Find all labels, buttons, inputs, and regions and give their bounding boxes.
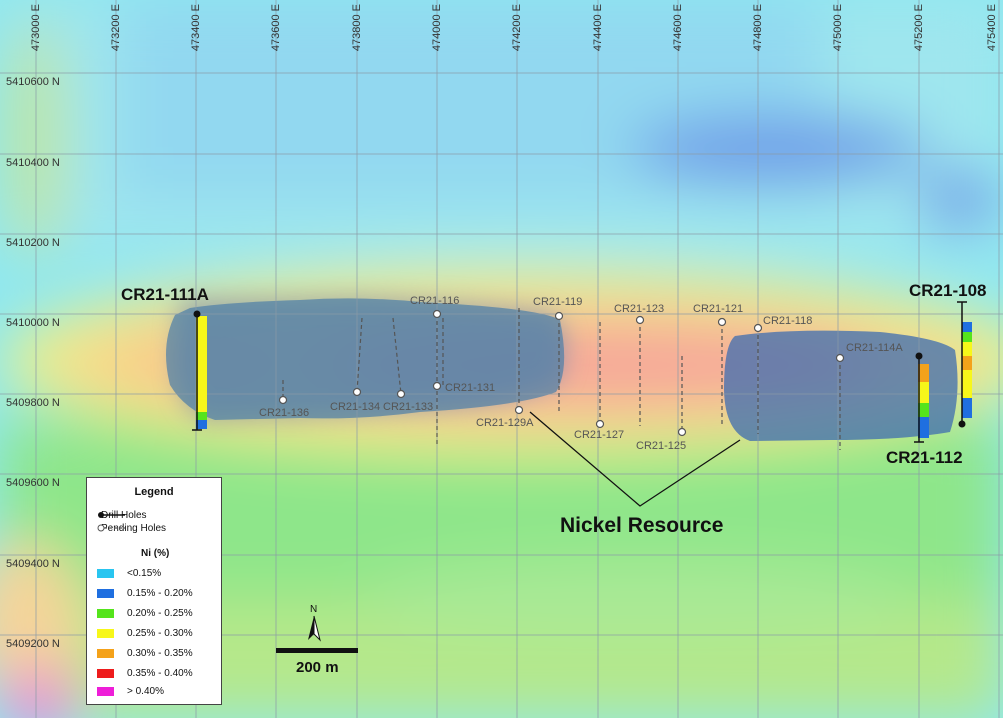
- legend-title: Legend: [134, 486, 174, 498]
- label-cr21-111a: CR21-111A: [121, 285, 209, 304]
- legend-item-label: <0.15%: [127, 568, 162, 579]
- label-cr21-134: CR21-134: [330, 401, 380, 413]
- legend-swatch: [97, 609, 114, 618]
- x-tick: 474400 E: [592, 4, 604, 52]
- legend-item: > 0.40%: [97, 686, 164, 697]
- nickel-resource-label: Nickel Resource: [560, 514, 723, 537]
- legend-drill-holes: Drill Holes: [97, 510, 147, 521]
- drill-hole-symbol-icon: [98, 512, 125, 518]
- label-cr21-116: CR21-116: [410, 295, 459, 307]
- legend-swatch: [97, 569, 114, 578]
- x-tick: 473800 E: [351, 4, 363, 52]
- y-tick: 5409600 N: [6, 477, 60, 489]
- label-cr21-119: CR21-119: [533, 296, 582, 308]
- y-tick: 5409800 N: [6, 397, 60, 409]
- geology-map: CR21-116 CR21-119 CR21-123 CR21-121 CR21…: [0, 0, 1003, 718]
- x-tick: 473400 E: [190, 4, 202, 52]
- label-cr21-118: CR21-118: [763, 315, 812, 327]
- map-legend: Legend Drill Holes Pending Holes Ni (%) …: [86, 477, 222, 705]
- legend-item: 0.35% - 0.40%: [97, 668, 193, 679]
- y-tick: 5410600 N: [6, 76, 60, 88]
- label-cr21-127: CR21-127: [574, 429, 624, 441]
- legend-item-label: 0.20% - 0.25%: [127, 608, 193, 619]
- scale-bar-label: 200 m: [296, 659, 339, 676]
- label-cr21-114a: CR21-114A: [846, 342, 903, 354]
- y-tick: 5410000 N: [6, 317, 60, 329]
- y-tick: 5410200 N: [6, 237, 60, 249]
- north-label: N: [310, 604, 317, 615]
- legend-pending-holes: Pending Holes: [97, 523, 166, 534]
- label-cr21-133: CR21-133: [383, 401, 433, 413]
- legend-swatch: [97, 669, 114, 678]
- north-arrow-icon: N: [308, 604, 321, 642]
- label-cr21-129a: CR21-129A: [476, 417, 534, 429]
- legend-item-label: 0.25% - 0.30%: [127, 628, 193, 639]
- legend-swatch: [97, 687, 114, 696]
- legend-item: 0.20% - 0.25%: [97, 608, 193, 619]
- legend-item: 0.25% - 0.30%: [97, 628, 193, 639]
- x-tick: 474200 E: [511, 4, 523, 52]
- x-tick: 474000 E: [431, 4, 443, 52]
- legend-swatch: [97, 629, 114, 638]
- legend-item-label: 0.30% - 0.35%: [127, 648, 193, 659]
- legend-item-label: 0.35% - 0.40%: [127, 668, 193, 679]
- y-tick: 5410400 N: [6, 157, 60, 169]
- y-tick: 5409400 N: [6, 558, 60, 570]
- legend-item-label: > 0.40%: [127, 686, 164, 697]
- label-cr21-125: CR21-125: [636, 440, 686, 452]
- legend-ni-title: Ni (%): [141, 548, 170, 559]
- y-tick: 5409200 N: [6, 638, 60, 650]
- legend-item: <0.15%: [97, 568, 161, 579]
- label-cr21-108: CR21-108: [909, 281, 987, 300]
- x-tick: 475000 E: [832, 4, 844, 52]
- legend-swatch: [97, 649, 114, 658]
- label-cr21-131: CR21-131: [445, 382, 495, 394]
- x-tick: 473200 E: [110, 4, 122, 52]
- x-tick: 473600 E: [270, 4, 282, 52]
- x-tick: 474600 E: [672, 4, 684, 52]
- legend-swatch: [97, 589, 114, 598]
- label-cr21-112: CR21-112: [886, 448, 963, 467]
- pending-hole-symbol-icon: [97, 524, 125, 532]
- label-cr21-123: CR21-123: [614, 303, 664, 315]
- x-tick: 473000 E: [30, 4, 42, 52]
- x-tick: 475400 E: [986, 4, 998, 52]
- label-cr21-121: CR21-121: [693, 303, 743, 315]
- scale-bar: [276, 648, 358, 653]
- legend-item: 0.15% - 0.20%: [97, 588, 193, 599]
- label-cr21-136: CR21-136: [259, 407, 309, 419]
- legend-item: 0.30% - 0.35%: [97, 648, 193, 659]
- x-tick: 474800 E: [752, 4, 764, 52]
- legend-item-label: 0.15% - 0.20%: [127, 588, 193, 599]
- x-tick: 475200 E: [913, 4, 925, 52]
